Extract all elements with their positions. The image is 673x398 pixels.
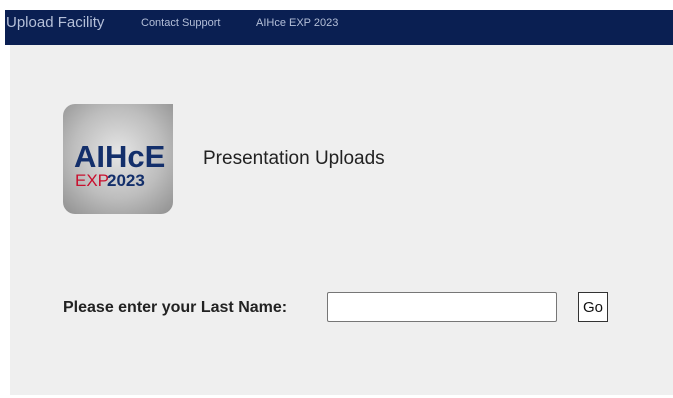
logo-graphic: AIHcE EXP 2023 [74,139,165,190]
nav-brand-upload-facility[interactable]: Upload Facility [6,14,104,32]
aihce-exp-2023-logo: AIHcE EXP 2023 [63,104,173,214]
last-name-input[interactable] [327,292,557,322]
logo-text-aihce: AIHcE [74,139,165,174]
logo-text-exp: EXP [75,171,109,190]
logo-text-year: 2023 [107,171,145,190]
go-button[interactable]: Go [578,292,608,322]
last-name-label: Please enter your Last Name: [63,299,288,316]
page-title: Presentation Uploads [203,148,385,169]
nav-link-aihce-exp-2023[interactable]: AIHce EXP 2023 [256,16,338,30]
main-content: AIHcE EXP 2023 Presentation Uploads Plea… [10,45,673,395]
nav-link-contact-support[interactable]: Contact Support [141,16,221,30]
top-navbar: Upload Facility Contact Support AIHce EX… [5,10,673,45]
